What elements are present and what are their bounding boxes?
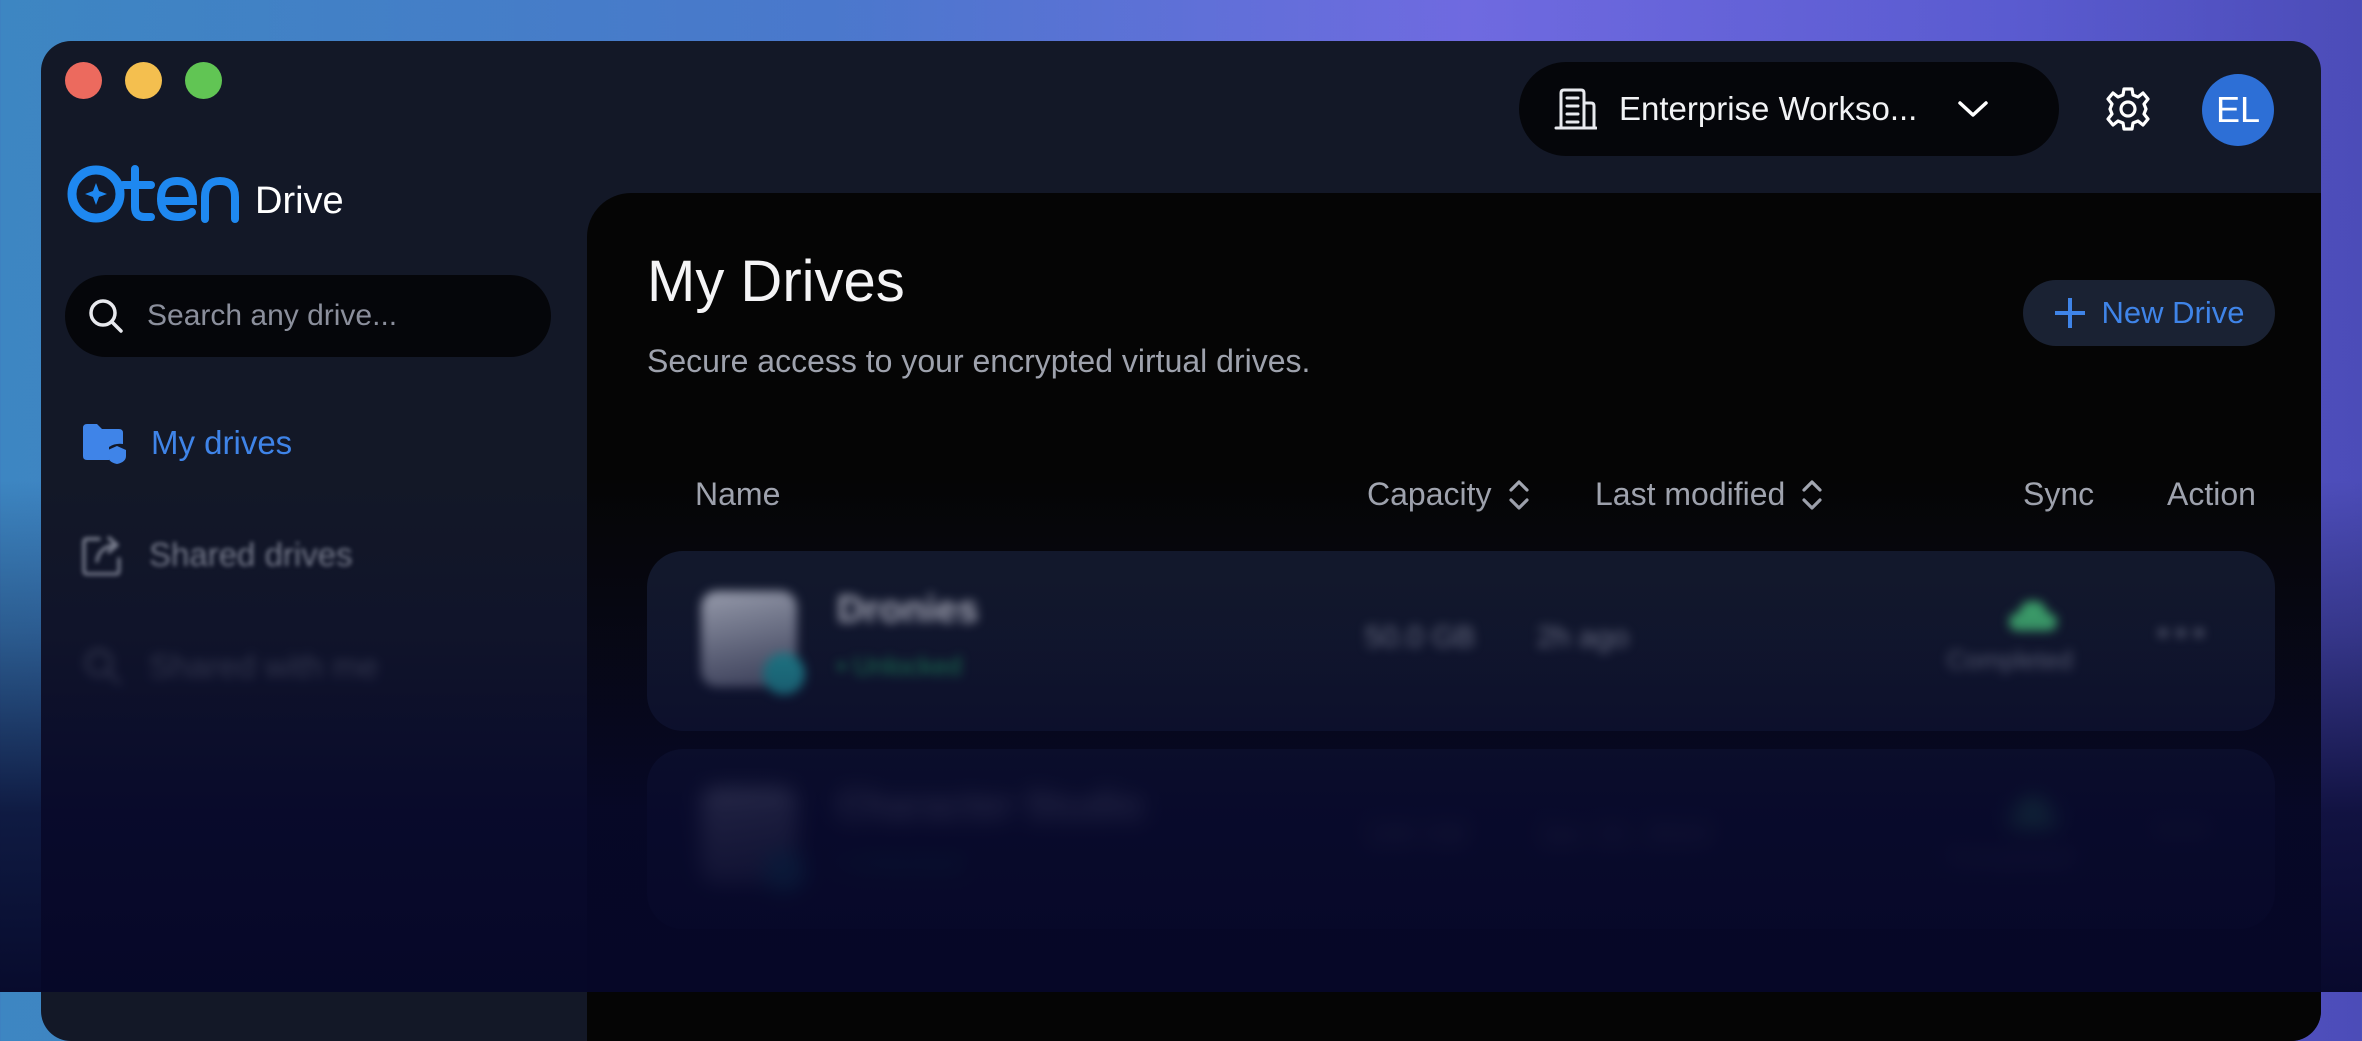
search-icon [89, 299, 123, 333]
more-actions-button[interactable] [2159, 629, 2203, 637]
drive-last-modified: Jan 15, 2024 [1537, 819, 1711, 852]
drive-capacity: 100 GB [1365, 819, 1467, 852]
table-row[interactable]: Dronies • Unlocked 50.0 GB 2h ago Comple… [647, 551, 2275, 731]
column-header-label: Action [2167, 476, 2256, 512]
page-subtitle: Secure access to your encrypted virtual … [647, 343, 1311, 379]
product-label: Drive [255, 180, 344, 222]
window-maximize-button[interactable] [185, 62, 222, 99]
sidebar-item-label: Shared with me [149, 648, 379, 685]
drive-capacity: 50.0 GB [1365, 621, 1476, 654]
column-header-name: Name [695, 476, 780, 513]
gear-icon [2106, 87, 2150, 131]
sidebar-item-label: Shared drives [149, 536, 353, 573]
main-panel: My Drives Secure access to your encrypte… [587, 193, 2321, 1041]
sidebar-item-my-drives[interactable]: My drives [81, 413, 292, 473]
sort-icon[interactable] [1801, 477, 1823, 513]
chevron-down-icon [1958, 101, 1989, 117]
drive-thumbnail [701, 591, 805, 695]
sync-status: Completed [1947, 645, 2073, 675]
sidebar-item-shared-with-me[interactable]: Shared with me [81, 637, 378, 697]
user-avatar[interactable]: EL [2202, 74, 2274, 146]
page-title: My Drives [647, 249, 905, 314]
cloud-icon [2009, 601, 2057, 631]
building-icon [1554, 88, 1597, 130]
column-header-capacity[interactable]: Capacity [1367, 476, 1530, 513]
sidebar-item-label: My drives [151, 424, 293, 461]
oten-logo-icon [67, 165, 239, 223]
app-window: Drive My drives Shared drives Shared wit… [41, 41, 2321, 1041]
drive-status: • Unlocked [837, 849, 962, 879]
drive-last-modified: 2h ago [1537, 621, 1629, 654]
sort-icon[interactable] [1508, 477, 1530, 513]
lock-badge-icon [763, 653, 805, 695]
cloud-icon [2009, 799, 2057, 829]
column-header-last-modified[interactable]: Last modified [1595, 476, 1823, 513]
share-icon [82, 536, 121, 576]
new-drive-label: New Drive [2101, 295, 2245, 330]
column-header-sync: Sync [2023, 476, 2094, 513]
lock-badge-icon [763, 851, 805, 893]
drive-name: Character Studio [837, 787, 1144, 829]
column-header-label: Last modified [1595, 476, 1786, 512]
table-row[interactable]: Character Studio • Unlocked 100 GB Jan 1… [647, 749, 2275, 929]
more-actions-button[interactable] [2159, 827, 2203, 835]
drive-status: • Unlocked [837, 651, 962, 681]
search-input[interactable] [145, 298, 529, 334]
folder-shield-icon [83, 424, 126, 464]
column-header-label: Capacity [1367, 476, 1492, 512]
sync-status: Completed [1947, 843, 2073, 873]
new-drive-button[interactable]: New Drive [2023, 280, 2275, 346]
workspace-selector[interactable]: Enterprise Workso... [1519, 62, 2059, 156]
workspace-label: Enterprise Workso... [1619, 90, 1918, 127]
sidebar-item-shared-drives[interactable]: Shared drives [81, 525, 353, 585]
drive-name: Dronies [837, 589, 979, 631]
app-logo: Drive [65, 145, 344, 225]
plus-icon [2054, 297, 2086, 329]
sidebar-search[interactable] [65, 275, 551, 357]
column-header-label: Name [695, 476, 781, 512]
column-header-action: Action [2167, 476, 2256, 513]
window-minimize-button[interactable] [125, 62, 162, 99]
settings-button[interactable] [2100, 81, 2156, 137]
drive-thumbnail [701, 789, 805, 893]
window-close-button[interactable] [65, 62, 102, 99]
column-header-label: Sync [2023, 476, 2095, 512]
user-search-icon [85, 649, 121, 685]
